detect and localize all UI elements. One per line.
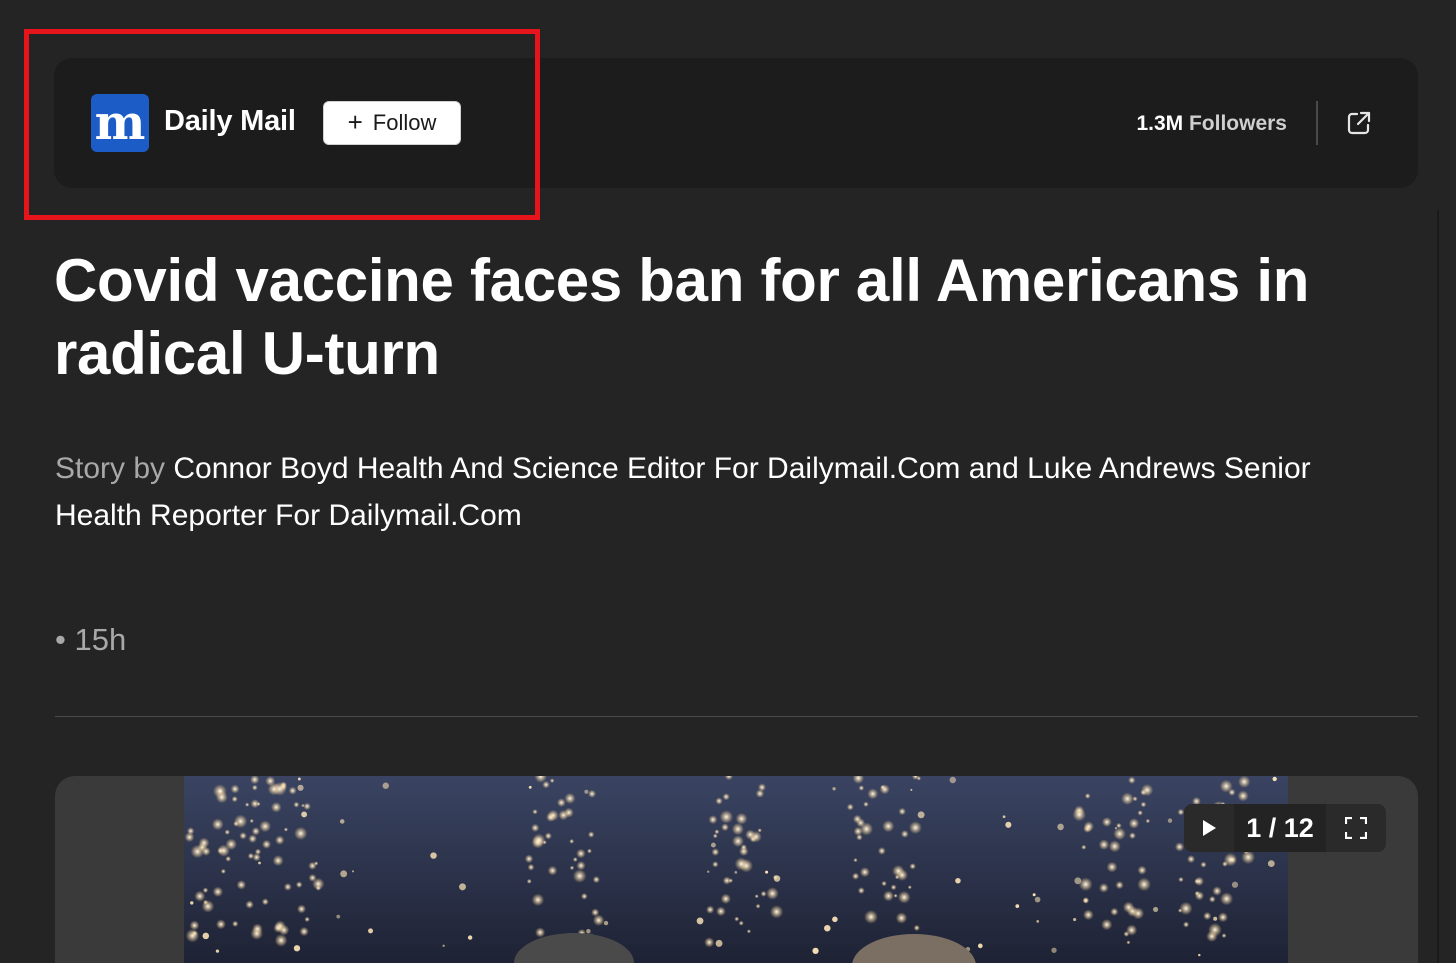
article-page: m Daily Mail + Follow 1.3M Followers Cov… xyxy=(0,0,1456,963)
horizontal-divider xyxy=(55,716,1418,717)
followers-count: 1.3M Followers xyxy=(1136,112,1287,136)
fullscreen-icon xyxy=(1345,817,1367,839)
followers-number: 1.3M xyxy=(1136,112,1184,135)
fullscreen-button[interactable] xyxy=(1326,804,1386,852)
article-authors[interactable]: Connor Boyd Health And Science Editor Fo… xyxy=(55,452,1311,532)
gallery-controls: 1 / 12 xyxy=(1184,804,1386,852)
vertical-divider xyxy=(1316,101,1318,145)
play-button[interactable] xyxy=(1184,804,1234,852)
article-byline: Story by Connor Boyd Health And Science … xyxy=(55,445,1375,539)
highlight-box xyxy=(24,29,540,220)
open-external-icon[interactable] xyxy=(1344,108,1374,138)
image-gallery[interactable]: 1 / 12 xyxy=(55,776,1418,963)
scrollbar-track[interactable] xyxy=(1437,210,1439,963)
gallery-photo[interactable] xyxy=(184,776,1288,963)
gallery-counter: 1 / 12 xyxy=(1234,804,1326,852)
article-headline: Covid vaccine faces ban for all American… xyxy=(54,247,1310,387)
story-by-label: Story by xyxy=(55,452,166,485)
followers-label: Followers xyxy=(1188,112,1287,135)
article-timestamp: • 15h xyxy=(55,622,127,657)
play-icon xyxy=(1203,820,1216,836)
